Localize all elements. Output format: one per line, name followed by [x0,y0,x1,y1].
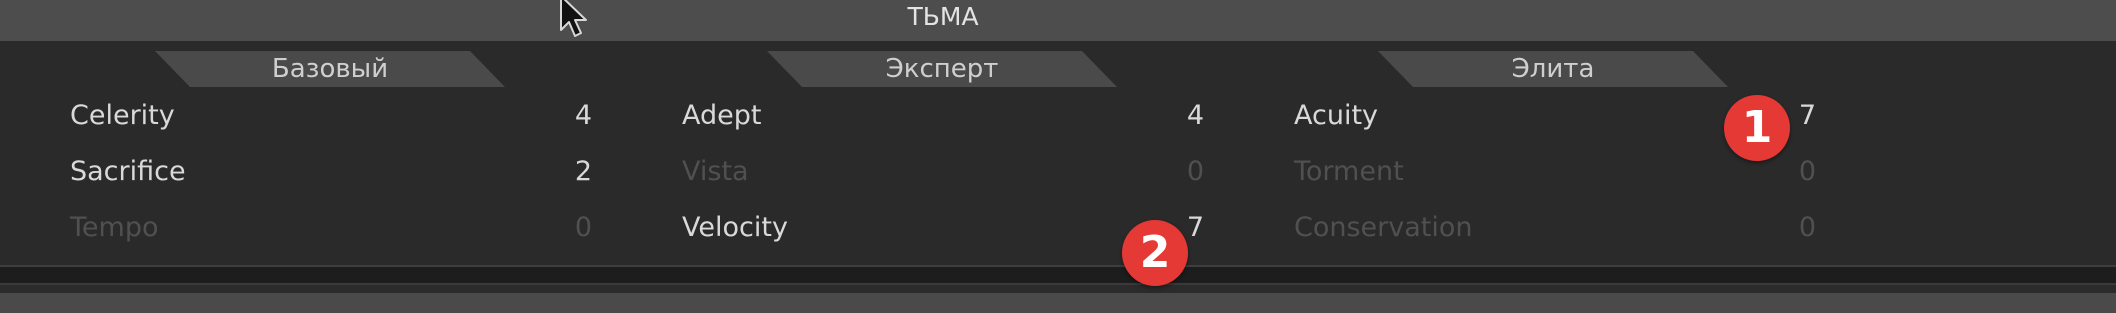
marker-badge-2: 2 [1122,220,1188,286]
talent-name-adept[interactable]: Adept [682,99,761,133]
talent-value-vista: 0 [1186,156,1204,187]
talent-value-celerity: 4 [574,100,592,131]
header-bar: ТЬМА [0,0,2116,41]
tab-basic[interactable]: Базовый [155,51,505,87]
bottom-bar [0,293,2116,313]
talent-name-conservation[interactable]: Conservation [1294,211,1473,245]
talent-value-conservation: 0 [1798,212,1816,243]
divider [0,283,2116,285]
talent-name-vista[interactable]: Vista [682,155,749,189]
talent-value-torment: 0 [1798,156,1816,187]
tab-expert[interactable]: Эксперт [767,51,1117,87]
talent-value-adept: 4 [1186,100,1204,131]
talent-value-sacrifice: 2 [574,156,592,187]
talent-value-tempo: 0 [574,212,592,243]
mouse-pointer-icon [560,0,587,37]
tab-elite[interactable]: Элита [1378,51,1728,87]
tab-label: Эксперт [885,54,999,84]
marker-badge-1: 1 [1724,95,1790,161]
talent-name-velocity[interactable]: Velocity [682,211,788,245]
divider-band [0,267,2116,283]
talent-name-celerity[interactable]: Celerity [70,99,175,133]
tab-label: Элита [1511,54,1595,84]
tab-label: Базовый [271,54,389,84]
header-title: ТЬМА [907,2,979,31]
talent-name-acuity[interactable]: Acuity [1294,99,1378,133]
talent-name-sacrifice[interactable]: Sacrifice [70,155,186,189]
talent-name-torment[interactable]: Torment [1294,155,1404,189]
talent-name-tempo[interactable]: Tempo [70,211,158,245]
